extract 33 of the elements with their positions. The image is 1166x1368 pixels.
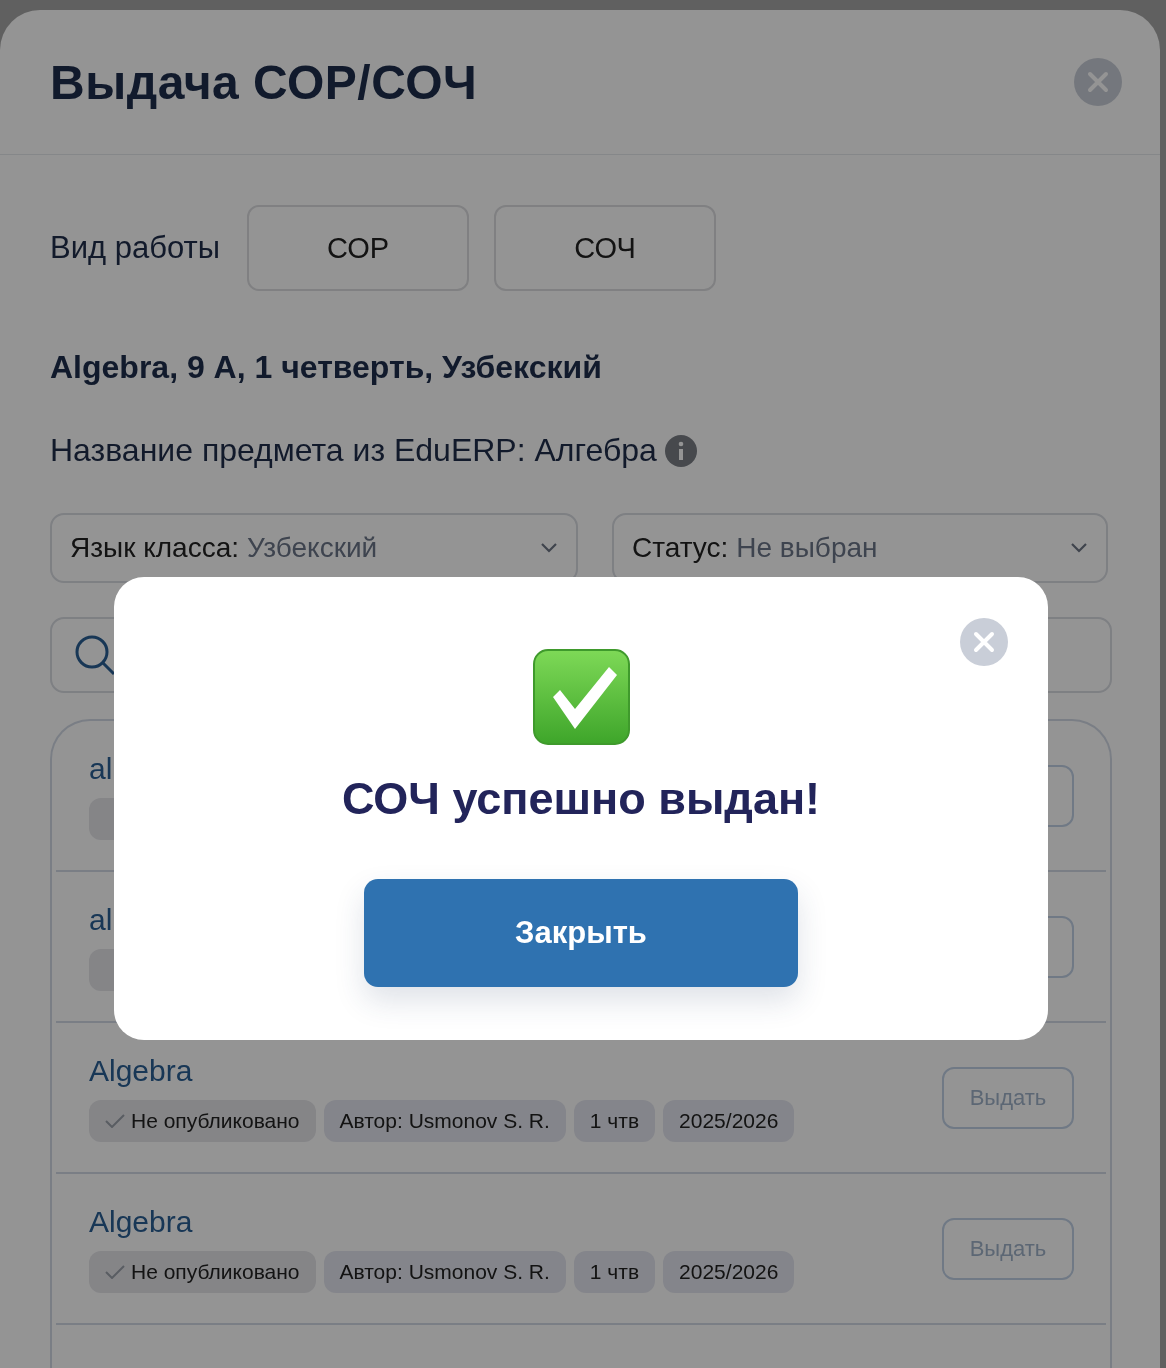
subject-heading: Algebra, 9 А, 1 четверть, Узбекский <box>50 349 603 386</box>
check-icon <box>105 1264 125 1279</box>
chevron-icon <box>540 542 558 554</box>
dialog-title: Выдача СОР/СОЧ <box>50 54 478 110</box>
item-title[interactable]: al <box>89 902 113 937</box>
close-icon[interactable] <box>960 618 1008 666</box>
info-chip: 1 чтв <box>573 1250 656 1293</box>
success-message: СОЧ успешно выдан! <box>341 773 821 825</box>
info-chip: 2025/2026 <box>663 1250 795 1293</box>
chevron-icon <box>1070 542 1088 554</box>
close-icon[interactable] <box>1074 58 1122 106</box>
item-title[interactable]: Algebra <box>89 1204 193 1239</box>
work-type-button[interactable]: СОЧ <box>494 205 716 291</box>
info-icon <box>664 434 697 467</box>
close-button[interactable]: Закрыть <box>364 879 798 987</box>
work-type-button[interactable]: СОР <box>247 205 469 291</box>
item-title[interactable]: Algebra <box>89 1053 193 1088</box>
info-chip: Автор: Usmonov S. R. <box>323 1250 566 1293</box>
info-chip: Автор: Usmonov S. R. <box>323 1099 566 1142</box>
check-icon <box>105 1113 125 1128</box>
dropdown-value: Узбекский <box>247 532 379 564</box>
status-chip: Не опубликовано <box>89 1250 316 1293</box>
check-mark-icon <box>532 649 630 745</box>
info-chip: 2025/2026 <box>663 1099 795 1142</box>
dropdown-label: Язык класса: <box>70 532 240 564</box>
status-chip: Не опубликовано <box>89 1099 316 1142</box>
info-chip: 1 чтв <box>573 1099 656 1142</box>
dropdown-label: Статус: <box>632 532 729 564</box>
item-title[interactable]: al <box>89 751 113 786</box>
dropdown-value: Не выбран <box>736 532 879 564</box>
search-icon <box>74 634 116 676</box>
work-type-label: Вид работы <box>50 230 220 266</box>
erp-name: Название предмета из EduERP: Алгебра <box>50 432 657 469</box>
